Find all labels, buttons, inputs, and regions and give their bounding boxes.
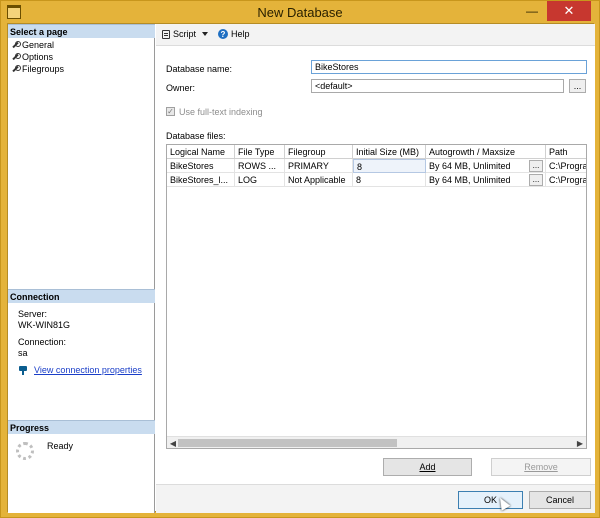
title-bar: New Database — ✕: [1, 1, 599, 23]
col-filegroup[interactable]: Filegroup: [285, 145, 353, 159]
left-pane: Select a page General Options Filegroups…: [8, 24, 155, 513]
cell-filegroup[interactable]: PRIMARY: [285, 159, 353, 173]
col-autogrowth[interactable]: Autogrowth / Maxsize: [426, 145, 546, 159]
help-button[interactable]: ? Help: [218, 29, 250, 39]
script-icon: [162, 29, 170, 39]
owner-browse-button[interactable]: ...: [569, 79, 586, 93]
cell-initial-size[interactable]: 8: [353, 159, 426, 173]
database-files-label: Database files:: [166, 131, 226, 141]
page-item-general[interactable]: General: [11, 39, 54, 51]
grid-header: Logical Name File Type Filegroup Initial…: [167, 145, 586, 159]
cell-file-type[interactable]: LOG: [235, 173, 285, 187]
wrench-icon: [11, 65, 21, 73]
page-label: General: [22, 40, 55, 50]
fulltext-checkbox: ✓: [166, 107, 175, 116]
autogrowth-ellipsis-button[interactable]: ...: [529, 174, 543, 186]
page-label: Options: [22, 52, 54, 62]
col-initial-size[interactable]: Initial Size (MB): [353, 145, 426, 159]
minimize-button[interactable]: —: [519, 1, 545, 21]
new-database-window: New Database — ✕ Select a page General O…: [0, 0, 600, 518]
help-label: Help: [231, 29, 250, 39]
scroll-left-icon[interactable]: ◀: [168, 438, 178, 448]
ok-button[interactable]: OK: [458, 491, 523, 509]
cell-logical-name[interactable]: BikeStores: [167, 159, 235, 173]
window-title: New Database: [257, 5, 343, 20]
database-name-label-text: Database name:: [166, 64, 233, 74]
dialog-client: Select a page General Options Filegroups…: [7, 23, 595, 513]
col-file-type[interactable]: File Type: [235, 145, 285, 159]
cell-autogrowth: By 64 MB, Unlimited: [426, 173, 546, 187]
cell-path[interactable]: C:\Progra: [546, 159, 586, 173]
server-value: WK-WIN81G: [18, 320, 71, 330]
owner-label: Owner:: [166, 83, 196, 93]
cell-filegroup[interactable]: Not Applicable: [285, 173, 353, 187]
dialog-footer: OK Cancel: [156, 484, 595, 513]
right-pane: Script ? Help Database name: BikeStores …: [156, 24, 595, 513]
scroll-thumb[interactable]: [178, 439, 397, 447]
view-connection-properties-link[interactable]: View connection properties: [18, 365, 142, 375]
cell-path[interactable]: C:\Progra: [546, 173, 586, 187]
col-path[interactable]: Path: [546, 145, 586, 159]
server-label: Server:: [18, 309, 48, 319]
progress-header: Progress: [8, 420, 155, 434]
help-icon: ?: [218, 29, 228, 39]
progress-spinner-icon: [16, 442, 34, 460]
connection-plug-icon: [18, 365, 28, 375]
page-label: Filegroups: [22, 64, 65, 74]
cell-initial-size[interactable]: 8: [353, 173, 426, 187]
connection-header: Connection: [8, 289, 155, 303]
close-button[interactable]: ✕: [547, 1, 591, 21]
col-logical-name[interactable]: Logical Name: [167, 145, 235, 159]
cell-logical-name[interactable]: BikeStores_l...: [167, 173, 235, 187]
script-button[interactable]: Script: [162, 29, 209, 39]
database-name-label: Database name:: [166, 64, 232, 74]
horizontal-scrollbar[interactable]: ◀ ▶: [167, 436, 586, 448]
wrench-icon: [11, 53, 21, 61]
owner-input[interactable]: <default>: [311, 79, 564, 93]
toolbar: Script ? Help: [156, 24, 595, 46]
script-label: Script: [173, 29, 197, 39]
remove-button-label: Remove: [524, 462, 558, 472]
database-name-input[interactable]: BikeStores: [311, 60, 587, 74]
connection-value: sa: [18, 348, 28, 358]
database-files-grid: Logical Name File Type Filegroup Initial…: [166, 144, 587, 449]
cell-autogrowth: By 64 MB, Unlimited: [426, 159, 546, 173]
select-page-header: Select a page: [8, 24, 155, 38]
cell-file-type[interactable]: ROWS ...: [235, 159, 285, 173]
add-button-label: Add: [419, 462, 436, 472]
connection-label: Connection:: [18, 337, 67, 347]
chevron-down-icon[interactable]: [202, 32, 209, 36]
scroll-right-icon[interactable]: ▶: [575, 438, 585, 448]
table-row[interactable]: BikeStores ROWS ... PRIMARY 8 By 64 MB, …: [167, 159, 586, 173]
cancel-button[interactable]: Cancel: [529, 491, 591, 509]
page-item-options[interactable]: Options: [11, 51, 53, 63]
table-row[interactable]: BikeStores_l... LOG Not Applicable 8 By …: [167, 173, 586, 187]
view-connection-properties-label: View connection properties: [34, 365, 142, 375]
remove-button: Remove: [491, 458, 591, 476]
progress-status: Ready: [47, 441, 74, 451]
add-button[interactable]: Add: [383, 458, 472, 476]
page-item-filegroups[interactable]: Filegroups: [11, 63, 64, 75]
fulltext-label: Use full-text indexing: [179, 107, 263, 117]
autogrowth-ellipsis-button[interactable]: ...: [529, 160, 543, 172]
wrench-icon: [11, 41, 21, 49]
